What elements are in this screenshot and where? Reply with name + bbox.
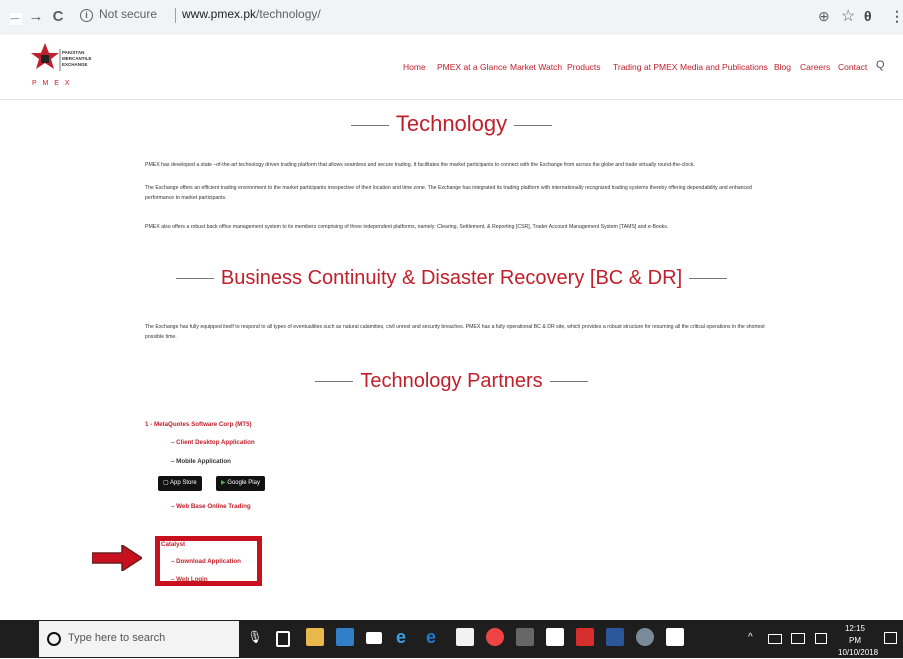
store-icon[interactable] xyxy=(456,628,474,646)
edge-browser-icon[interactable]: e xyxy=(396,628,414,646)
client-desktop-link[interactable]: – Client Desktop Application xyxy=(171,439,255,446)
account-icon[interactable]: θ xyxy=(864,8,872,24)
nav-blog[interactable]: Blog xyxy=(774,62,791,72)
technology-title: Technology xyxy=(395,111,508,136)
partner-metaquotes: 1 - MetaQuotes Software Corp (MT5) xyxy=(145,421,252,428)
clock-time: 12:15 PM xyxy=(844,624,866,645)
photos-icon[interactable] xyxy=(666,628,684,646)
tech-paragraph-3: PMEX also offers a robust back office ma… xyxy=(145,224,669,230)
technology-heading: Technology xyxy=(0,111,903,137)
taskbar-clock[interactable]: 12:15 PM 10/10/2018 xyxy=(838,623,879,659)
tray-expand-icon[interactable]: ^ xyxy=(748,632,753,643)
people-app-icon[interactable] xyxy=(336,628,354,646)
bcdr-title: Business Continuity & Disaster Recovery … xyxy=(220,267,683,289)
heading-rule xyxy=(689,278,728,280)
logo-wordmark: PAKISTAN MERCANTILE EXCHANGE xyxy=(62,50,92,68)
partners-title: Technology Partners xyxy=(360,370,543,392)
logo-pmex-text: P M E X xyxy=(32,80,72,87)
bcdr-heading: Business Continuity & Disaster Recovery … xyxy=(0,267,903,290)
clock-date: 10/10/2018 xyxy=(838,648,879,657)
google-play-button[interactable]: ▶ Google Play xyxy=(216,476,265,491)
apple-icon: ▢ xyxy=(163,480,171,486)
pdf-reader-icon[interactable] xyxy=(576,628,594,646)
app-store-label: App Store xyxy=(170,480,197,486)
word-icon[interactable] xyxy=(606,628,624,646)
partners-heading: Technology Partners xyxy=(0,370,903,393)
taskbar-search-input[interactable]: Type here to search xyxy=(39,621,239,657)
file-explorer-icon[interactable] xyxy=(306,628,324,646)
security-indicator[interactable]: i Not secure xyxy=(80,7,157,22)
heading-rule xyxy=(315,381,354,383)
google-play-label: Google Play xyxy=(227,480,260,486)
calculator-icon[interactable] xyxy=(516,628,534,646)
star-icon[interactable]: ☆ xyxy=(841,6,855,26)
nav-careers[interactable]: Careers xyxy=(800,62,830,72)
reload-button[interactable]: C xyxy=(49,7,67,27)
logo-line-3: EXCHANGE xyxy=(62,62,88,67)
menu-icon[interactable]: ⋮ xyxy=(890,8,903,25)
forward-button[interactable]: → xyxy=(27,7,45,27)
address-divider xyxy=(175,8,176,23)
url-domain: www.pmex.pk xyxy=(182,7,257,21)
nav-home[interactable]: Home xyxy=(403,62,426,72)
nav-media-publications[interactable]: Media and Publications xyxy=(680,62,768,72)
web-trading-link[interactable]: – Web Base Online Trading xyxy=(171,503,251,510)
internet-explorer-icon[interactable]: e xyxy=(426,628,444,646)
camera-icon[interactable] xyxy=(546,628,564,646)
mail-icon[interactable] xyxy=(366,632,382,644)
nav-products[interactable]: Products xyxy=(567,62,601,72)
bcdr-paragraph: The Exchange has fully equipped itself t… xyxy=(145,324,765,340)
paint-icon[interactable] xyxy=(636,628,654,646)
cortana-icon xyxy=(47,632,61,646)
search-placeholder: Type here to search xyxy=(68,632,166,644)
heading-rule xyxy=(175,278,214,280)
notification-icon[interactable] xyxy=(884,632,897,644)
keyboard-icon[interactable] xyxy=(791,633,805,644)
network-icon[interactable] xyxy=(815,633,827,644)
chrome-icon[interactable] xyxy=(486,628,504,646)
windows-start-icon[interactable] xyxy=(10,13,22,25)
url-text[interactable]: www.pmex.pk/technology/ xyxy=(182,7,321,21)
info-icon: i xyxy=(80,9,93,22)
url-path: /technology/ xyxy=(256,7,321,21)
microphone-icon[interactable]: 🎙 xyxy=(246,628,264,646)
zoom-icon[interactable]: ⊕ xyxy=(818,8,830,25)
battery-icon[interactable] xyxy=(768,634,782,644)
security-label: Not secure xyxy=(99,7,158,21)
highlight-box xyxy=(155,536,262,586)
heading-rule xyxy=(350,124,389,126)
nav-pmex-at-a-glance[interactable]: PMEX at a Glance xyxy=(437,62,507,72)
nav-contact[interactable]: Contact xyxy=(838,62,867,72)
nav-market-watch[interactable]: Market Watch xyxy=(510,62,562,72)
tech-paragraph-2: The Exchange offers an efficient trading… xyxy=(145,185,752,201)
task-view-icon[interactable] xyxy=(276,631,290,647)
heading-rule xyxy=(549,381,588,383)
nav-trading-at-pmex[interactable]: Trading at PMEX xyxy=(613,62,677,72)
red-arrow-icon xyxy=(92,545,142,571)
search-icon[interactable]: Q xyxy=(876,59,885,71)
app-store-button[interactable]: ▢ App Store xyxy=(158,476,202,491)
mobile-application-label: – Mobile Application xyxy=(171,458,231,465)
tech-paragraph-1: PMEX has developed a state –of-the-art t… xyxy=(145,162,695,168)
heading-rule xyxy=(514,124,553,126)
